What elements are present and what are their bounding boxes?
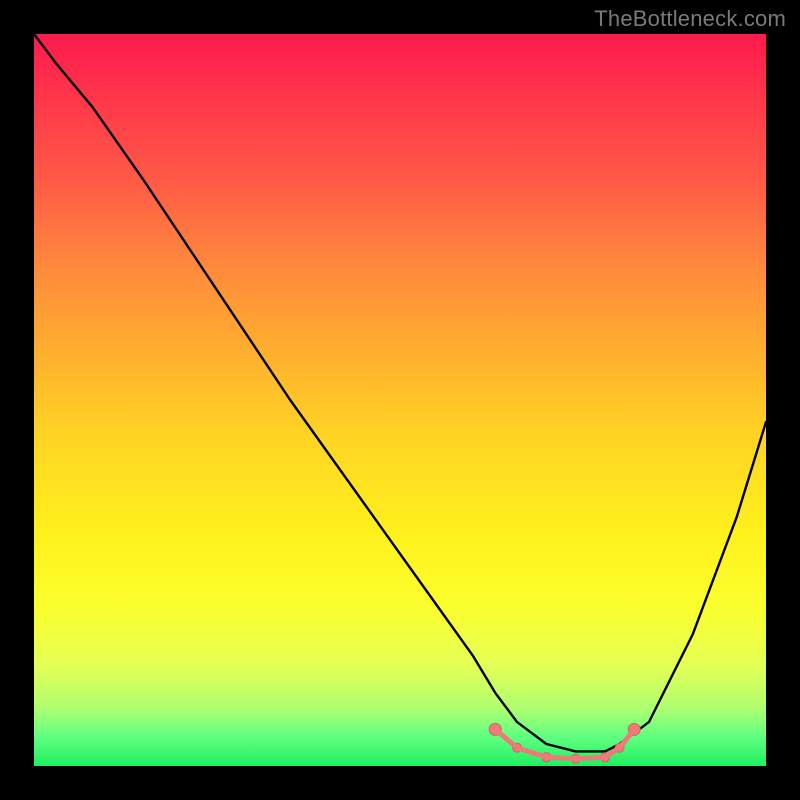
- chart-stage: TheBottleneck.com: [0, 0, 800, 800]
- watermark-text: TheBottleneck.com: [594, 6, 786, 32]
- bottleneck-curve: [34, 34, 766, 751]
- optimal-zone-connector: [495, 729, 634, 758]
- chart-overlay-svg: [34, 34, 766, 766]
